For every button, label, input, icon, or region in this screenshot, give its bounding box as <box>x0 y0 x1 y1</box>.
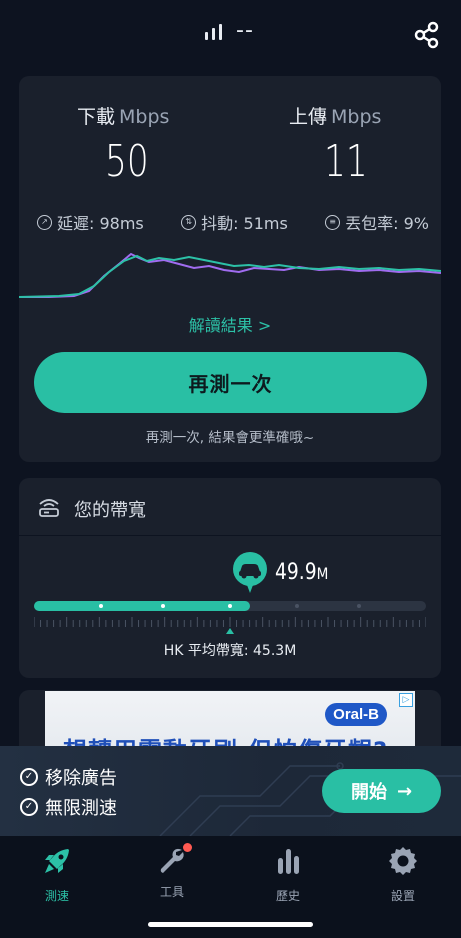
bandwidth-fill <box>34 601 250 611</box>
latency-stat: ↗ 延遲: 98ms <box>37 210 144 234</box>
retest-hint: 再測一次, 結果會更準確哦~ <box>145 430 315 446</box>
tab-label: 測速 <box>44 889 69 903</box>
tab-label: 設置 <box>390 889 415 903</box>
average-marker <box>226 628 234 634</box>
packet-loss-icon: ≡ <box>325 214 341 230</box>
rocket-icon <box>45 849 69 873</box>
top-bar: -- <box>0 0 461 70</box>
track-dot <box>294 604 299 608</box>
promo-item-label: 無限測速 <box>45 798 117 819</box>
upload-line <box>19 254 441 298</box>
bandwidth-card: 您的帶寬 49.9M HK 平均帶寬: 45.3M <box>19 478 441 678</box>
home-indicator[interactable] <box>148 922 313 927</box>
upload-label: 上傳 <box>289 106 328 128</box>
premium-banner: ✓ 移除廣告 ✓ 無限測速 開始 → <box>0 746 461 836</box>
ad-brand-logo: Oral-B <box>325 703 387 726</box>
router-icon <box>39 499 59 517</box>
latency-text: 延遲: 98ms <box>57 214 144 233</box>
tab-settings[interactable]: 設置 <box>363 844 443 904</box>
gear-icon <box>389 847 417 875</box>
jitter-text: 抖動: 51ms <box>201 214 288 233</box>
packet-loss-text: 丟包率: 9% <box>345 214 429 233</box>
upload-title: 上傳 Mbps <box>289 102 381 129</box>
upload-value: 11 <box>324 136 368 187</box>
wrench-icon <box>155 843 192 878</box>
bandwidth-value: 49.9M <box>275 560 328 585</box>
tab-speedtest[interactable]: 測速 <box>17 844 97 904</box>
packet-loss-stat: ≡ 丟包率: 9% <box>325 210 429 234</box>
car-pin-icon <box>233 552 267 593</box>
tab-history[interactable]: 歷史 <box>248 844 328 904</box>
promo-item-remove-ads: ✓ 移除廣告 <box>20 764 117 790</box>
notification-badge <box>183 843 192 852</box>
jitter-icon: ⇅ <box>181 214 197 230</box>
bandwidth-header: 您的帶寬 <box>19 478 441 536</box>
download-value: 50 <box>105 136 149 187</box>
ad-choices-icon[interactable]: ▷ <box>399 693 413 707</box>
signal-text: -- <box>236 18 254 43</box>
retest-button[interactable]: 再測一次 <box>34 352 427 413</box>
stats-row: ↗ 延遲: 98ms ⇅ 抖動: 51ms ≡ 丟包率: 9% <box>37 210 429 234</box>
tab-label: 歷史 <box>275 889 300 903</box>
check-circle-icon: ✓ <box>20 798 38 816</box>
tab-label: 工具 <box>159 885 184 899</box>
check-circle-icon: ✓ <box>20 768 38 786</box>
track-dot <box>228 604 232 608</box>
download-title: 下載 Mbps <box>77 102 169 129</box>
bandwidth-title: 您的帶寬 <box>74 500 146 521</box>
interpret-link[interactable]: 解讀結果 > <box>19 312 441 336</box>
latency-icon: ↗ <box>37 214 52 230</box>
jitter-stat: ⇅ 抖動: 51ms <box>181 210 288 234</box>
download-line <box>19 252 441 298</box>
bandwidth-unit: M <box>316 564 329 583</box>
bandwidth-track <box>34 601 426 611</box>
bar-chart-icon <box>278 849 299 874</box>
bandwidth-number: 49.9 <box>275 560 317 585</box>
start-button-label: 開始 <box>350 782 387 803</box>
speed-graph <box>19 252 441 298</box>
promo-item-label: 移除廣告 <box>45 768 117 789</box>
tab-tools[interactable]: 工具 <box>132 843 212 900</box>
average-label: HK 平均帶寬: 45.3M <box>163 643 297 659</box>
download-unit: Mbps <box>119 106 170 128</box>
track-dot <box>98 604 103 608</box>
upload-unit: Mbps <box>331 106 382 128</box>
arrow-right-icon: → <box>396 780 413 802</box>
start-button[interactable]: 開始 → <box>322 769 441 813</box>
track-dot <box>357 604 362 608</box>
share-icon[interactable] <box>412 20 442 50</box>
download-label: 下載 <box>77 106 116 128</box>
promo-item-unlimited: ✓ 無限測速 <box>20 794 117 820</box>
signal-icon <box>205 24 222 40</box>
result-card: 下載 Mbps 上傳 Mbps 50 11 ↗ 延遲: 98ms ⇅ 抖動: 51m… <box>19 76 441 462</box>
